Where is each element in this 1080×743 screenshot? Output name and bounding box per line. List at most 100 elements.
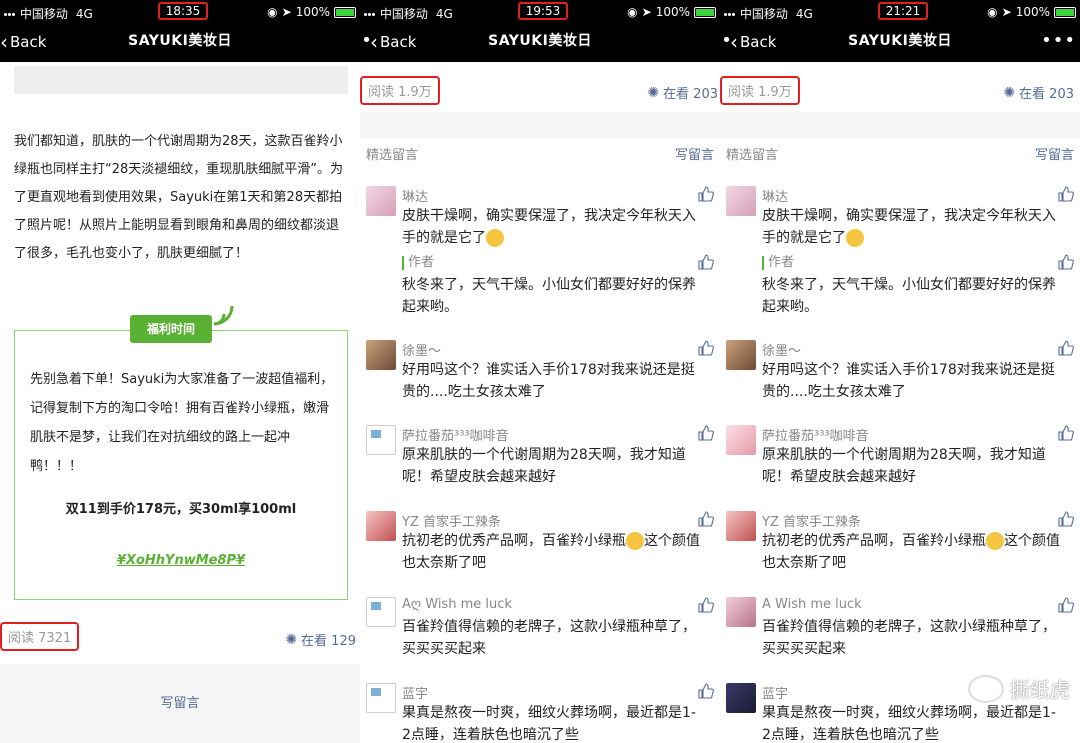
comment-author[interactable]: Aღ Wish me luck <box>402 597 512 612</box>
watching-button[interactable]: ✺ 在看 203 <box>1003 83 1074 103</box>
thinking-emoji-icon <box>626 532 644 550</box>
thumbs-up-icon[interactable] <box>698 597 714 613</box>
thumbs-up-icon[interactable] <box>1058 511 1074 527</box>
comment-text: 皮肤干燥啊，确实要保湿了，我决定今年秋天入手的就是它了 <box>402 208 696 247</box>
screenshot-panel-3: 中国移动4G 21:21 ◉➤100% ••• ‹Back SAYUKI美妆日 … <box>720 0 1080 743</box>
location-icon: ➤ <box>281 5 292 19</box>
comment-text: 抗初老的优秀产品啊，百雀羚小绿瓶 这个颜值也太奈斯了吧 <box>402 532 700 571</box>
page-title: SAYUKI美妆日 <box>848 33 952 49</box>
watching-button[interactable]: ✺ 在看 203 <box>647 83 718 103</box>
comment-text: 百雀羚值得信赖的老牌子，这款小绿瓶种草了，买买买买起来 <box>762 619 1056 657</box>
screenshot-panel-1: 中国移动 4G 18:35 ◉ ➤ 100% ‹ Back SAYUKI美妆日 我们都知… <box>0 0 360 743</box>
read-count: 阅读 1.9万 <box>720 76 800 105</box>
thinking-emoji-icon <box>986 532 1004 550</box>
carrier-label: 中国移动 4G <box>4 5 93 22</box>
comment-text: 百雀羚值得信赖的老牌子，这款小绿瓶种草了，买买买买起来 <box>402 619 696 657</box>
screenshot-panel-2: 中国移动4G 19:53 ◉➤100% ••• ‹Back SAYUKI美妆日 … <box>360 0 720 743</box>
thumbs-up-icon[interactable] <box>698 340 714 356</box>
avatar[interactable] <box>726 511 756 541</box>
lock-rotation-icon: ◉ <box>267 5 278 19</box>
status-time: 21:21 <box>878 2 928 20</box>
welfare-price: 双11到手价178元，买30ml享100ml <box>65 502 297 517</box>
thumbs-up-icon[interactable] <box>698 186 714 202</box>
avatar[interactable] <box>366 597 396 627</box>
thumbs-up-icon[interactable] <box>1058 254 1074 270</box>
thumbs-up-icon[interactable] <box>698 683 714 699</box>
write-comment-button[interactable]: 写留言 <box>675 144 714 163</box>
status-right: ◉ ➤ 100% <box>267 5 356 19</box>
comment-text: 好用吗这个？谁实话入手价178对我来说还是挺贵的....吃土女孩太难了 <box>762 362 1055 400</box>
avatar[interactable] <box>726 597 756 627</box>
nav-bar: ••• ‹Back SAYUKI美妆日 ••• <box>720 24 1080 62</box>
article-paragraph: 我们都知道，肌肤的一个代谢周期为28天，这款百雀羚小绿瓶也同样主打“28天淡褪细… <box>14 134 344 261</box>
battery-icon <box>334 6 356 18</box>
author-reply-label: 作者 <box>762 256 794 270</box>
divider-band <box>360 112 720 138</box>
avatar[interactable] <box>726 186 756 216</box>
thumbs-up-icon[interactable] <box>698 254 714 270</box>
comment-author[interactable]: 琳达 <box>762 186 788 205</box>
image-placeholder <box>14 66 348 94</box>
battery-icon <box>694 6 716 18</box>
avatar[interactable] <box>366 186 396 216</box>
thumbs-up-icon[interactable] <box>698 511 714 527</box>
comment-text: 原来肌肤的一个代谢周期为28天啊，我才知道呢！希望皮肤会越来越好 <box>762 447 1046 485</box>
author-reply-text: 秋冬来了，天气干燥。小仙女们都要好好的保养起来哟。 <box>402 277 696 315</box>
location-icon: ➤ <box>1001 5 1012 19</box>
selected-comments-header: 精选留言 写留言 <box>360 144 720 164</box>
write-comment-button[interactable]: 写留言 <box>0 692 360 711</box>
comment-author[interactable]: 徐墨～ <box>402 340 441 359</box>
welfare-tag: 福利时间 <box>130 315 212 343</box>
watermark: 撕纸虎 <box>968 674 1070 703</box>
blush-emoji-icon <box>846 229 864 247</box>
watching-icon: ✺ <box>1003 84 1016 101</box>
carrier-label: 中国移动 4G <box>364 5 453 22</box>
avatar[interactable] <box>726 683 756 713</box>
location-icon: ➤ <box>641 5 652 19</box>
avatar[interactable] <box>726 340 756 370</box>
thumbs-up-icon[interactable] <box>1058 340 1074 356</box>
welfare-text: 先别急着下单！Sayuki为大家准备了一波超值福利，记得复制下方的淘口令哈！拥有… <box>30 372 334 474</box>
divider-band <box>720 112 1080 138</box>
watching-icon: ✺ <box>647 84 660 101</box>
thumbs-up-icon[interactable] <box>1058 597 1074 613</box>
status-time: 19:53 <box>518 2 568 20</box>
comment-author[interactable]: 琳达 <box>402 186 428 205</box>
watching-button[interactable]: ✺ 在看 129 <box>285 630 356 650</box>
thumbs-up-icon[interactable] <box>698 425 714 441</box>
status-bar: 中国移动 4G 18:35 ◉ ➤ 100% <box>0 0 360 24</box>
comment-text: 好用吗这个？谁实话入手价178对我来说还是挺贵的....吃土女孩太难了 <box>402 362 695 400</box>
comment-author[interactable]: YZ 首家手工辣条 <box>762 511 861 530</box>
comment-author[interactable]: 徐墨～ <box>762 340 801 359</box>
avatar[interactable] <box>366 511 396 541</box>
page-title: SAYUKI美妆日 <box>128 33 232 49</box>
avatar[interactable] <box>366 425 396 455</box>
comment-author[interactable]: 蓝宇 <box>762 683 788 702</box>
page-title: SAYUKI美妆日 <box>488 33 592 49</box>
comment-author[interactable]: YZ 首家手工辣条 <box>402 511 501 530</box>
selected-comments-label: 精选留言 <box>366 148 419 163</box>
avatar[interactable] <box>366 340 396 370</box>
comment-author[interactable]: A Wish me luck <box>762 597 862 612</box>
thumbs-up-icon[interactable] <box>1058 186 1074 202</box>
signal-wave-icon <box>213 305 234 326</box>
write-comment-button[interactable]: 写留言 <box>1035 144 1074 163</box>
status-right: ◉ ➤ 100% <box>987 5 1076 19</box>
comment-author[interactable]: 蓝宇 <box>402 683 428 702</box>
comment-text: 果真是熬夜一时爽，细纹火葬场啊，最近都是1-2点睡，连着肤色也暗沉了些 <box>402 705 696 743</box>
avatar[interactable] <box>726 425 756 455</box>
more-menu-icon[interactable]: ••• <box>1041 30 1076 51</box>
comment-author[interactable]: 萨拉番茄³³³咖啡音 <box>402 425 509 444</box>
avatar[interactable] <box>366 683 396 713</box>
comment-author[interactable]: 萨拉番茄³³³咖啡音 <box>762 425 869 444</box>
selected-comments-header: 精选留言 写留言 <box>720 144 1080 164</box>
read-count: 阅读 1.9万 <box>360 76 440 105</box>
thumbs-up-icon[interactable] <box>1058 425 1074 441</box>
comment-text: 果真是熬夜一时爽，细纹火葬场啊，最近都是1-2点睡，连着肤色也暗沉了些 <box>762 705 1056 743</box>
taobao-code-link[interactable]: ¥XoHhYnwMe8P¥ <box>14 553 348 568</box>
comment-text: 抗初老的优秀产品啊，百雀羚小绿瓶 这个颜值也太奈斯了吧 <box>762 532 1060 571</box>
comment-text: 皮肤干燥啊，确实要保湿了，我决定今年秋天入手的就是它了 <box>762 208 1056 247</box>
blush-emoji-icon <box>486 229 504 247</box>
watching-icon: ✺ <box>285 631 298 648</box>
lock-rotation-icon: ◉ <box>627 5 638 19</box>
